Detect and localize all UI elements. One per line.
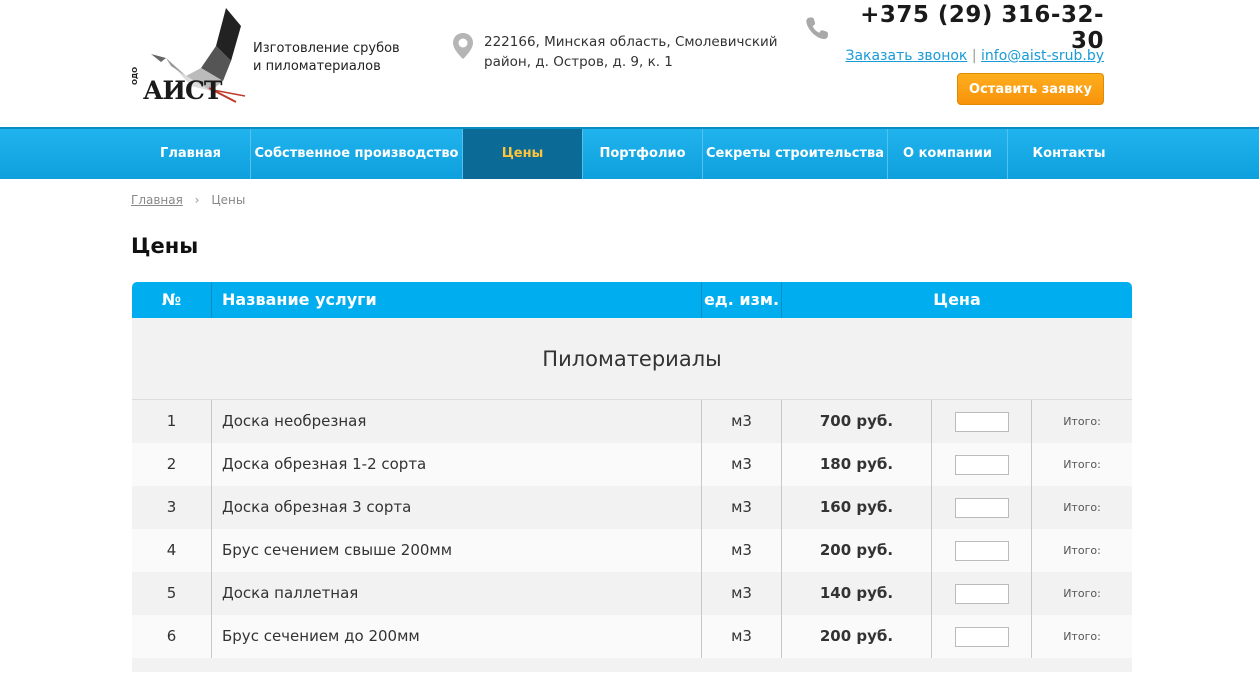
table-row: 1 Доска необрезная м3 700 руб. Итого: bbox=[132, 400, 1132, 443]
logo-prefix: ОДО bbox=[131, 66, 139, 85]
row-qty-cell bbox=[932, 443, 1032, 486]
row-name: Брус сечением до 200мм bbox=[212, 615, 702, 658]
quantity-input[interactable] bbox=[954, 411, 1009, 432]
table-row: 4 Брус сечением свыше 200мм м3 200 руб. … bbox=[132, 529, 1132, 572]
links-separator: | bbox=[971, 48, 977, 64]
table-row: 2 Доска обрезная 1-2 сорта м3 180 руб. И… bbox=[132, 443, 1132, 486]
phone-row: +375 (29) 316-32-30 bbox=[804, 2, 1104, 54]
page-title: Цены bbox=[131, 234, 199, 258]
quantity-input[interactable] bbox=[954, 540, 1009, 561]
nav-item-portfolio[interactable]: Портфолио bbox=[583, 129, 703, 179]
nav-items: Главная Собственное производство Цены По… bbox=[131, 129, 1130, 179]
callback-link[interactable]: Заказать звонок bbox=[845, 48, 967, 64]
table-row: 6 Брус сечением до 200мм м3 200 руб. Ито… bbox=[132, 615, 1132, 658]
row-num: 6 bbox=[132, 615, 212, 658]
row-total: Итого: bbox=[1063, 415, 1101, 428]
row-price: 180 руб. bbox=[782, 443, 932, 486]
address: 222166, Минская область, Смолевичский ра… bbox=[484, 32, 784, 72]
row-name: Доска паллетная bbox=[212, 572, 702, 615]
header-name: Название услуги bbox=[212, 282, 702, 318]
row-unit: м3 bbox=[702, 400, 782, 443]
row-price: 160 руб. bbox=[782, 486, 932, 529]
table-rows: 1 Доска необрезная м3 700 руб. Итого: 2 … bbox=[132, 400, 1132, 658]
breadcrumb-current: Цены bbox=[211, 193, 246, 207]
table-tail bbox=[132, 658, 1132, 672]
row-unit: м3 bbox=[702, 572, 782, 615]
row-num: 2 bbox=[132, 443, 212, 486]
row-price: 200 руб. bbox=[782, 615, 932, 658]
row-name: Доска обрезная 1-2 сорта bbox=[212, 443, 702, 486]
location-pin-icon bbox=[453, 33, 473, 59]
breadcrumb-chevron-icon: › bbox=[194, 193, 200, 207]
row-total: Итого: bbox=[1063, 630, 1101, 643]
row-qty-cell bbox=[932, 486, 1032, 529]
nav-item-home[interactable]: Главная bbox=[131, 129, 251, 179]
logo[interactable]: ОДО АИСТ bbox=[131, 6, 251, 106]
quantity-input[interactable] bbox=[954, 497, 1009, 518]
row-qty-cell bbox=[932, 400, 1032, 443]
logo-text: АИСТ bbox=[143, 76, 222, 105]
header-unit: ед. изм. bbox=[702, 282, 782, 318]
quantity-input[interactable] bbox=[954, 626, 1009, 647]
row-name: Брус сечением свыше 200мм bbox=[212, 529, 702, 572]
row-num: 4 bbox=[132, 529, 212, 572]
header-price: Цена bbox=[933, 290, 981, 309]
row-price: 700 руб. bbox=[782, 400, 932, 443]
tagline: Изготовление срубов и пиломатериалов bbox=[253, 40, 443, 76]
row-qty-cell bbox=[932, 529, 1032, 572]
row-total: Итого: bbox=[1063, 544, 1101, 557]
quantity-input[interactable] bbox=[954, 583, 1009, 604]
row-total: Итого: bbox=[1063, 501, 1101, 514]
row-unit: м3 bbox=[702, 529, 782, 572]
nav-item-production[interactable]: Собственное производство bbox=[251, 129, 463, 179]
breadcrumb-home[interactable]: Главная bbox=[131, 193, 183, 207]
main-nav: Главная Собственное производство Цены По… bbox=[0, 127, 1259, 179]
section-title: Пиломатериалы bbox=[132, 318, 1132, 400]
row-qty-cell bbox=[932, 572, 1032, 615]
row-num: 1 bbox=[132, 400, 212, 443]
order-button[interactable]: Оставить заявку bbox=[957, 73, 1104, 105]
row-qty-cell bbox=[932, 615, 1032, 658]
address-line1: 222166, Минская область, Смолевичский bbox=[484, 34, 778, 50]
row-total: Итого: bbox=[1063, 458, 1101, 471]
tagline-line2: и пиломатериалов bbox=[253, 59, 381, 74]
row-num: 3 bbox=[132, 486, 212, 529]
quantity-input[interactable] bbox=[954, 454, 1009, 475]
price-table: № Название услуги ед. изм. Цена Пиломате… bbox=[132, 282, 1132, 672]
breadcrumb: Главная › Цены bbox=[131, 193, 245, 207]
table-header: № Название услуги ед. изм. Цена bbox=[132, 282, 1132, 318]
phone-icon bbox=[806, 17, 828, 40]
row-unit: м3 bbox=[702, 486, 782, 529]
row-name: Доска обрезная 3 сорта bbox=[212, 486, 702, 529]
row-unit: м3 bbox=[702, 443, 782, 486]
row-price: 200 руб. bbox=[782, 529, 932, 572]
contacts-block: +375 (29) 316-32-30 Заказать звонок | in… bbox=[804, 2, 1104, 105]
contact-links: Заказать звонок | info@aist-srub.by bbox=[804, 48, 1104, 64]
row-num: 5 bbox=[132, 572, 212, 615]
row-price: 140 руб. bbox=[782, 572, 932, 615]
table-row: 5 Доска паллетная м3 140 руб. Итого: bbox=[132, 572, 1132, 615]
email-link[interactable]: info@aist-srub.by bbox=[981, 48, 1104, 64]
phone-number[interactable]: +375 (29) 316-32-30 bbox=[839, 2, 1104, 54]
tagline-line1: Изготовление срубов bbox=[253, 41, 400, 56]
row-name: Доска необрезная bbox=[212, 400, 702, 443]
table-row: 3 Доска обрезная 3 сорта м3 160 руб. Ито… bbox=[132, 486, 1132, 529]
row-total: Итого: bbox=[1063, 587, 1101, 600]
nav-item-about[interactable]: О компании bbox=[888, 129, 1008, 179]
site-header: ОДО АИСТ Изготовление срубов и пиломатер… bbox=[0, 0, 1259, 127]
nav-item-prices[interactable]: Цены bbox=[463, 129, 583, 179]
header-num: № bbox=[132, 282, 212, 318]
row-unit: м3 bbox=[702, 615, 782, 658]
address-line2: район, д. Остров, д. 9, к. 1 bbox=[484, 54, 673, 70]
nav-item-contacts[interactable]: Контакты bbox=[1008, 129, 1130, 179]
nav-item-secrets[interactable]: Секреты строительства bbox=[703, 129, 888, 179]
